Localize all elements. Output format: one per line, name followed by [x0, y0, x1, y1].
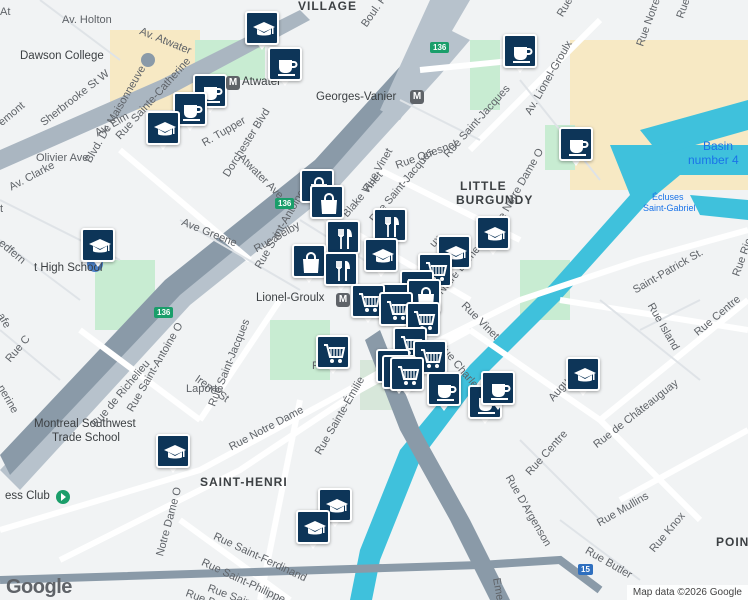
- school-marker[interactable]: [146, 111, 180, 155]
- school-marker[interactable]: [156, 434, 190, 478]
- map-label-at-west: At: [0, 6, 11, 18]
- school-marker[interactable]: [364, 238, 398, 282]
- marker-box[interactable]: [245, 11, 279, 45]
- marker-box[interactable]: [481, 371, 515, 405]
- map-attribution[interactable]: Map data ©2026 Google: [626, 585, 748, 600]
- marker-box[interactable]: [373, 208, 407, 242]
- map-label-ess-club[interactable]: ess Club: [5, 490, 50, 502]
- marker-box[interactable]: [296, 510, 330, 544]
- metro-atwater-icon[interactable]: M: [226, 76, 240, 90]
- marker-box[interactable]: [364, 238, 398, 272]
- marker-box[interactable]: [81, 228, 115, 262]
- map-label-trade-1[interactable]: Montreal Southwest: [34, 418, 136, 430]
- metro-georges-vanier-icon[interactable]: M: [410, 90, 424, 104]
- map-label-georges-vanier[interactable]: Georges-Vanier: [316, 91, 396, 103]
- shopping-marker[interactable]: [292, 244, 326, 288]
- school-marker[interactable]: [81, 228, 115, 272]
- map-label-ecluses-1: Écluses: [652, 192, 684, 202]
- grocery-marker[interactable]: [390, 357, 424, 401]
- marker-box[interactable]: [324, 252, 358, 286]
- grocery-marker[interactable]: [316, 335, 350, 379]
- marker-box[interactable]: [427, 372, 461, 406]
- coffee-marker[interactable]: [268, 47, 302, 91]
- marker-box[interactable]: [292, 244, 326, 278]
- marker-box[interactable]: [156, 434, 190, 468]
- marker-box[interactable]: [503, 34, 537, 68]
- map-label-poin: POIN: [716, 535, 748, 549]
- highway-15-shield: 15: [578, 564, 593, 575]
- coffee-marker[interactable]: [503, 34, 537, 78]
- map-label-av-holton: Av. Holton: [62, 14, 112, 26]
- marker-box[interactable]: [146, 111, 180, 145]
- marker-box[interactable]: [310, 185, 344, 219]
- marker-box[interactable]: [566, 357, 600, 391]
- map-label-dawson[interactable]: Dawson College: [20, 50, 104, 62]
- highway-136-shield: 136: [430, 42, 450, 53]
- map-label-little-burgundy-2: BURGUNDY: [456, 193, 534, 207]
- highway-136-shield: 136: [275, 198, 295, 209]
- coffee-marker[interactable]: [559, 127, 593, 171]
- map-label-saint-henri: SAINT-HENRI: [200, 475, 288, 489]
- coffee-marker[interactable]: [427, 372, 461, 416]
- highway-136-shield: 136: [154, 307, 174, 318]
- marker-box[interactable]: [326, 220, 360, 254]
- map-canvas[interactable]: VILLAGE LITTLE BURGUNDY SAINT-HENRI POIN Basi…: [0, 0, 748, 600]
- metro-lionel-groulx-icon[interactable]: M: [336, 293, 350, 307]
- google-logo[interactable]: Google: [6, 576, 72, 599]
- map-label-basin-2: number 4: [688, 153, 739, 167]
- map-label-basin-1: Basin: [703, 139, 734, 153]
- marker-box[interactable]: [390, 357, 424, 391]
- map-label-trade-2[interactable]: Trade School: [52, 432, 120, 444]
- map-label-little-burgundy-1: LITTLE: [460, 179, 507, 193]
- marker-box[interactable]: [268, 47, 302, 81]
- map-label-laporte: Laporte: [186, 383, 224, 395]
- marker-box[interactable]: [476, 216, 510, 250]
- marker-box[interactable]: [316, 335, 350, 369]
- school-marker[interactable]: [296, 510, 330, 554]
- marker-box[interactable]: [559, 127, 593, 161]
- map-label-village: VILLAGE: [298, 0, 358, 13]
- map-label-ecluses-2: Saint-Gabriel: [643, 203, 696, 213]
- school-marker[interactable]: [476, 216, 510, 260]
- map-label-lionel-groulx[interactable]: Lionel-Groulx: [256, 292, 324, 304]
- map-label-t-edge: t: [0, 203, 4, 215]
- coffee-marker[interactable]: [481, 371, 515, 415]
- school-marker[interactable]: [566, 357, 600, 401]
